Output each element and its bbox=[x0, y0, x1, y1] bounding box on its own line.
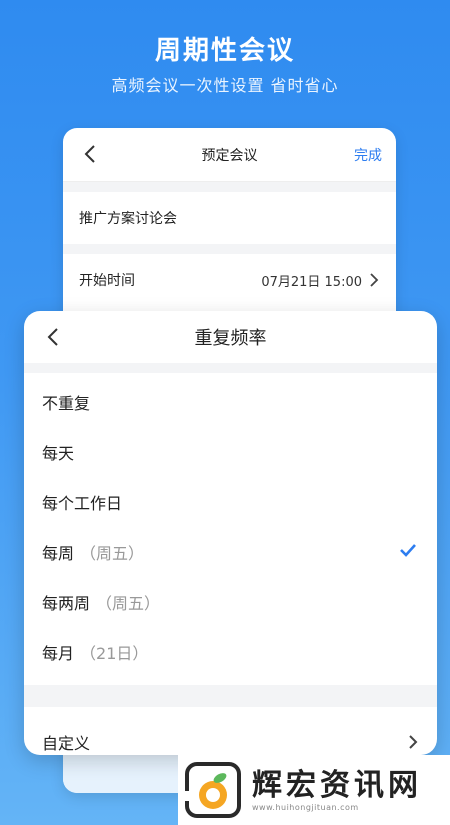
chevron-right-icon bbox=[370, 273, 379, 287]
divider bbox=[63, 182, 396, 192]
divider bbox=[63, 244, 396, 254]
option-daily[interactable]: 每天 bbox=[24, 427, 437, 477]
start-time-label: 开始时间 bbox=[79, 273, 135, 289]
option-label: 每月 bbox=[42, 644, 75, 663]
meeting-name-value: 推广方案讨论会 bbox=[79, 211, 177, 227]
book-meeting-title: 预定会议 bbox=[201, 147, 258, 164]
chevron-right-icon bbox=[409, 735, 418, 749]
option-no-repeat[interactable]: 不重复 bbox=[24, 377, 437, 427]
book-meeting-header: 预定会议 完成 bbox=[63, 128, 396, 182]
start-time-value: 07月21日 15:00 bbox=[261, 274, 362, 290]
done-button[interactable]: 完成 bbox=[354, 145, 382, 165]
option-weekly[interactable]: 每周 （周五） bbox=[24, 527, 437, 577]
option-label: 每周 bbox=[42, 544, 75, 563]
fruit-logo-icon bbox=[184, 762, 241, 818]
option-hint: （21日） bbox=[80, 644, 149, 663]
divider bbox=[24, 363, 437, 373]
option-hint: （周五） bbox=[80, 544, 145, 563]
watermark-brand: 辉宏资讯网 bbox=[252, 767, 422, 803]
chevron-left-icon[interactable] bbox=[42, 325, 66, 349]
sheet-title: 重复频率 bbox=[194, 328, 267, 349]
meeting-name-field[interactable]: 推广方案讨论会 bbox=[63, 192, 396, 244]
hero-subtitle: 高频会议一次性设置 省时省心 bbox=[111, 76, 339, 95]
checkmark-icon bbox=[400, 544, 416, 557]
option-hint: （周五） bbox=[96, 594, 161, 613]
option-workdays[interactable]: 每个工作日 bbox=[24, 477, 437, 527]
hero-title: 周期性会议 bbox=[154, 36, 295, 66]
sheet-header: 重复频率 bbox=[24, 311, 437, 363]
option-label: 每两周 bbox=[42, 594, 91, 613]
divider bbox=[24, 685, 437, 707]
repeat-frequency-sheet: 重复频率 不重复 每天 每个工作日 每周 （周五） 每两周 （周五） 每月 （2… bbox=[24, 311, 437, 755]
option-label: 每个工作日 bbox=[42, 494, 123, 513]
start-time-row[interactable]: 开始时间 07月21日 15:00 bbox=[63, 254, 396, 306]
option-label: 自定义 bbox=[42, 734, 91, 753]
chevron-left-icon[interactable] bbox=[79, 142, 103, 166]
option-custom[interactable]: 自定义 bbox=[24, 717, 437, 755]
option-label: 不重复 bbox=[42, 394, 91, 413]
watermark-url: www.huihongjituan.com bbox=[252, 802, 359, 812]
option-label: 每天 bbox=[42, 444, 75, 463]
repeat-options-list: 不重复 每天 每个工作日 每周 （周五） 每两周 （周五） 每月 （21日） bbox=[24, 373, 437, 677]
option-biweekly[interactable]: 每两周 （周五） bbox=[24, 577, 437, 627]
option-monthly[interactable]: 每月 （21日） bbox=[24, 627, 437, 677]
watermark: 辉宏资讯网 www.huihongjituan.com bbox=[178, 755, 450, 825]
